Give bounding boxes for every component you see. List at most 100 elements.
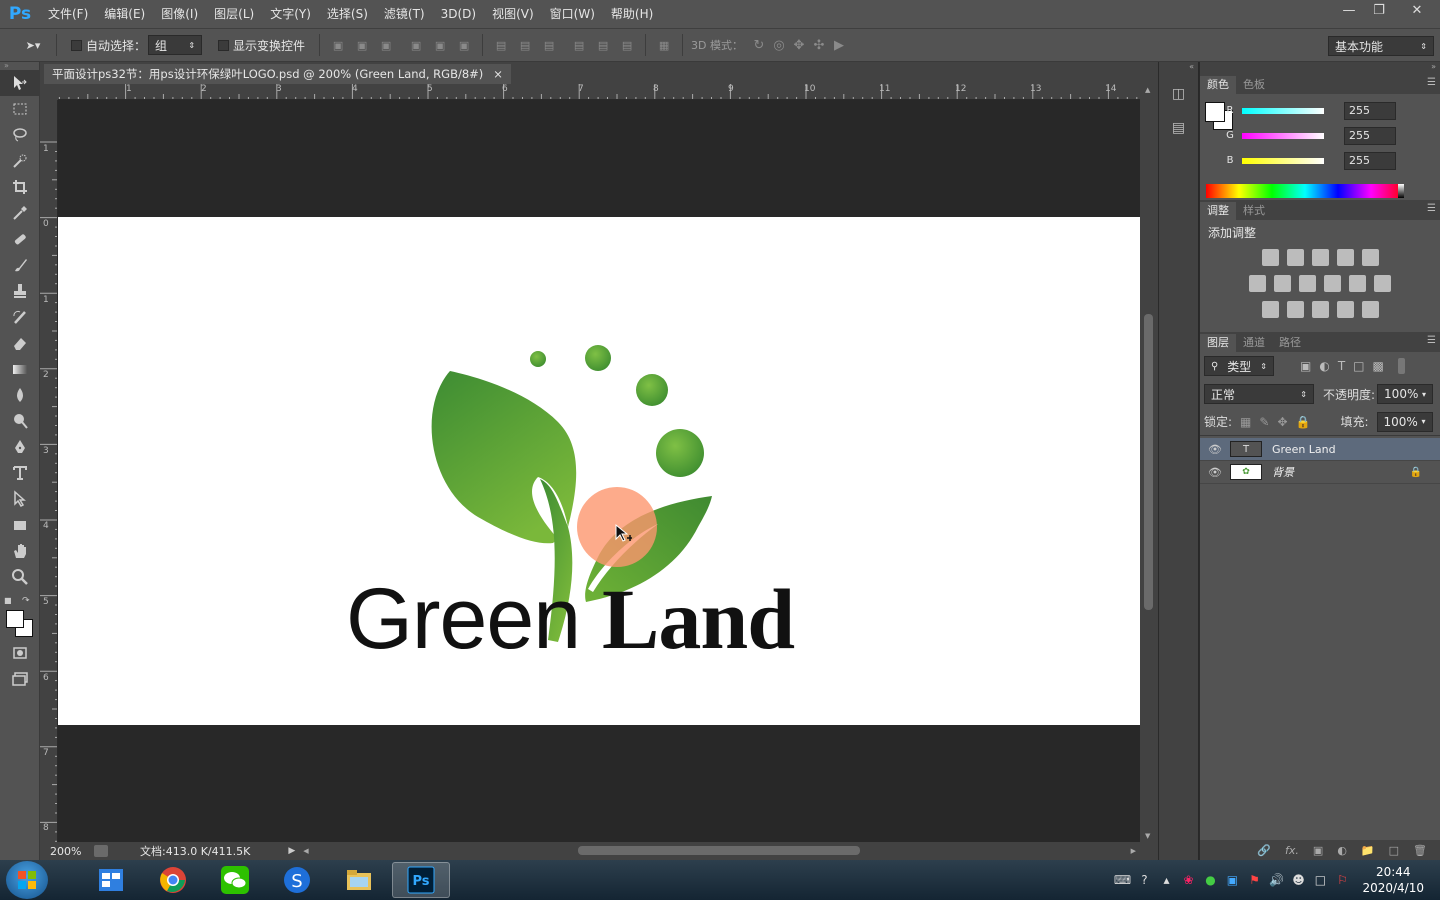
keyboard-icon[interactable]: ⌨ (1114, 872, 1131, 888)
tab-swatches[interactable]: 色板 (1236, 76, 1272, 94)
minimize-icon[interactable]: — (1334, 0, 1364, 20)
filter-shape-icon[interactable]: □ (1353, 359, 1364, 373)
align-hcenter-icon[interactable]: ▣ (432, 38, 448, 52)
share-icon[interactable] (94, 845, 108, 857)
distribute-top-icon[interactable]: ▤ (493, 38, 509, 52)
swap-colors-icon[interactable]: ↷ (22, 596, 30, 606)
menu-window[interactable]: 窗口(W) (542, 0, 603, 28)
distribute-left-icon[interactable]: ▤ (571, 38, 587, 52)
menu-edit[interactable]: 编辑(E) (96, 0, 153, 28)
app-tray-icon[interactable]: ❀ (1180, 872, 1196, 888)
align-right-icon[interactable]: ▣ (456, 38, 472, 52)
layer-row[interactable]: 👁 ✿ 背景 🔒 (1200, 461, 1440, 484)
exposure-icon[interactable] (1336, 249, 1354, 266)
brightness-contrast-icon[interactable] (1261, 249, 1279, 266)
close-icon[interactable]: ✕ (1394, 0, 1440, 20)
tab-layers[interactable]: 图层 (1200, 334, 1236, 352)
hue-saturation-icon[interactable] (1249, 275, 1266, 292)
clock[interactable]: 20:44 2020/4/10 (1362, 864, 1424, 896)
foreground-color-swatch[interactable] (6, 610, 24, 628)
workspace-dropdown[interactable]: 基本功能 ⇕ (1328, 36, 1434, 56)
marquee-tool-icon[interactable] (0, 96, 40, 122)
panel-menu-icon[interactable]: ☰ (1427, 335, 1436, 346)
invert-icon[interactable] (1261, 301, 1279, 318)
menu-help[interactable]: 帮助(H) (603, 0, 661, 28)
fx-icon[interactable]: fx. (1285, 844, 1299, 857)
hand-tool-icon[interactable] (0, 538, 40, 564)
chrome-taskbar-icon[interactable] (144, 862, 202, 898)
action-center-icon[interactable]: ⚐ (1334, 872, 1350, 888)
filter-type-icon[interactable]: T (1338, 359, 1345, 373)
threshold-icon[interactable] (1311, 301, 1329, 318)
type-tool-icon[interactable] (0, 460, 40, 486)
fill-input[interactable]: 100% ▾ (1376, 411, 1433, 432)
blue-value-input[interactable]: 255 (1344, 151, 1396, 170)
blur-tool-icon[interactable] (0, 382, 40, 408)
file-manager-taskbar-icon[interactable] (82, 862, 140, 898)
color-spectrum[interactable] (1206, 184, 1404, 198)
tab-adjustments[interactable]: 调整 (1200, 202, 1236, 220)
scroll-up-icon[interactable]: ▲ (1145, 86, 1150, 94)
3d-slide-icon[interactable]: ✣ (809, 37, 829, 53)
clone-stamp-tool-icon[interactable] (0, 278, 40, 304)
collapse-dock-icon[interactable]: « (1159, 62, 1198, 74)
document-tab[interactable]: 平面设计ps32节：用ps设计环保绿叶LOGO.psd @ 200% (Gree… (44, 64, 511, 84)
network-icon[interactable]: □ (1312, 872, 1328, 888)
distribute-right-icon[interactable]: ▤ (619, 38, 635, 52)
gradient-tool-icon[interactable] (0, 356, 40, 382)
color-balance-icon[interactable] (1274, 275, 1291, 292)
menu-type[interactable]: 文字(Y) (262, 0, 319, 28)
3d-pan-icon[interactable]: ✥ (789, 37, 809, 53)
new-group-icon[interactable]: 📁 (1361, 844, 1375, 857)
3d-rotate-icon[interactable]: ↻ (749, 37, 769, 53)
volume-icon[interactable]: 🔊 (1268, 872, 1284, 888)
rectangle-tool-icon[interactable] (0, 512, 40, 538)
delete-layer-icon[interactable]: 🗑 (1413, 844, 1427, 857)
link-layers-icon[interactable]: 🔗 (1257, 844, 1271, 857)
expand-panels-icon[interactable]: » (1200, 62, 1440, 74)
canvas-area[interactable]: Green Land (58, 100, 1140, 842)
posterize-icon[interactable] (1286, 301, 1304, 318)
menu-3d[interactable]: 3D(D) (433, 0, 484, 28)
black-white-icon[interactable] (1299, 275, 1316, 292)
menu-file[interactable]: 文件(F) (40, 0, 96, 28)
zoom-level[interactable]: 200% (40, 845, 90, 858)
tab-color[interactable]: 颜色 (1200, 76, 1236, 94)
document-canvas[interactable]: Green Land (58, 217, 1140, 725)
tab-channels[interactable]: 通道 (1236, 334, 1272, 352)
visibility-eye-icon[interactable]: 👁 (1200, 466, 1230, 479)
gradient-map-icon[interactable] (1361, 301, 1379, 318)
move-tool-preset-icon[interactable]: ➤▾ (20, 38, 46, 52)
status-menu-arrow-icon[interactable]: ▶ (288, 846, 295, 856)
filter-toggle-switch[interactable] (1397, 358, 1405, 374)
scroll-right-icon[interactable]: ▶ (1131, 847, 1136, 855)
quick-select-tool-icon[interactable] (0, 148, 40, 174)
start-button-icon[interactable] (6, 861, 48, 899)
align-vcenter-icon[interactable]: ▣ (354, 38, 370, 52)
add-mask-icon[interactable]: ▣ (1313, 844, 1323, 857)
crop-tool-icon[interactable] (0, 174, 40, 200)
distribute-hcenter-icon[interactable]: ▤ (595, 38, 611, 52)
lasso-tool-icon[interactable] (0, 122, 40, 148)
history-brush-tool-icon[interactable] (0, 304, 40, 330)
blue-slider[interactable] (1242, 157, 1324, 164)
selective-color-icon[interactable] (1336, 301, 1354, 318)
scroll-down-icon[interactable]: ▼ (1145, 832, 1150, 840)
blend-mode-dropdown[interactable]: 正常 ⇕ (1204, 384, 1314, 404)
vertical-scrollbar[interactable]: ▲ ▼ (1140, 84, 1158, 842)
ime-icon[interactable]: ☻ (1290, 872, 1306, 888)
dodge-tool-icon[interactable] (0, 408, 40, 434)
filter-smart-object-icon[interactable]: ▩ (1373, 359, 1384, 373)
healing-brush-tool-icon[interactable] (0, 226, 40, 252)
auto-select-checkbox[interactable] (71, 39, 82, 51)
eyedropper-tool-icon[interactable] (0, 200, 40, 226)
auto-select-dropdown[interactable]: 组 ⇕ (148, 35, 203, 55)
color-lookup-icon[interactable] (1374, 275, 1391, 292)
auto-align-icon[interactable]: ▦ (656, 38, 672, 52)
green-slider[interactable] (1242, 132, 1324, 139)
lock-position-icon[interactable]: ✥ (1277, 415, 1287, 429)
collapse-icon[interactable]: » (0, 62, 39, 70)
opacity-input[interactable]: 100% ▾ (1377, 384, 1434, 404)
new-layer-icon[interactable]: □ (1389, 844, 1399, 857)
horizontal-scroll-thumb[interactable] (578, 846, 860, 855)
